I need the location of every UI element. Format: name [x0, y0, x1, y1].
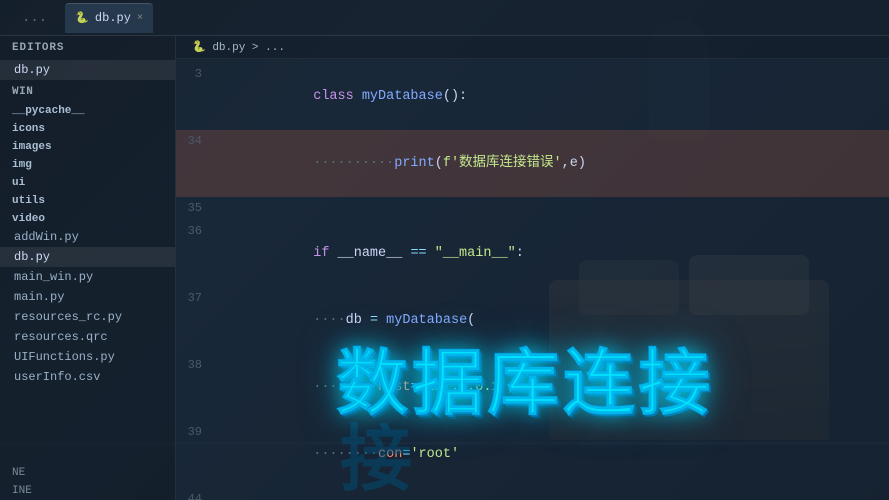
dots-38: ········ — [313, 380, 378, 395]
tx-paren: (): — [443, 89, 467, 104]
line-content-37: ····db = myDatabase( — [216, 288, 889, 354]
tx-comma-34: , — [562, 156, 570, 171]
ide-container: ... 🐍 db.py × EDITORS db.py WIN __pycach… — [0, 0, 889, 500]
code-line-37: 37 ····db = myDatabase( — [176, 287, 889, 354]
op-eq-37: = — [370, 313, 378, 328]
sidebar-folder-images[interactable]: images — [0, 137, 175, 155]
breadcrumb-icon: 🐍 — [192, 42, 206, 54]
dots-37: ···· — [313, 313, 345, 328]
line-content-36: if __name__ == "__main__": — [216, 221, 889, 287]
tab-label: db.py — [95, 11, 131, 25]
sidebar-item-db-py[interactable]: db.py — [0, 247, 175, 267]
tx-openparen-37: ( — [467, 313, 475, 328]
line-num-44: 44 — [176, 488, 216, 500]
sidebar-folder-ui[interactable]: ui — [0, 173, 175, 191]
sidebar: EDITORS db.py WIN __pycache__ icons imag… — [0, 36, 176, 500]
sidebar-item-db-py-editors[interactable]: db.py — [0, 60, 175, 80]
sidebar-item-resources-qrc[interactable]: resources.qrc — [0, 327, 175, 347]
sidebar-item-userinfo[interactable]: userInfo.csv — [0, 367, 175, 387]
tx-db-37: db — [346, 313, 370, 328]
code-line-3: 3 class myDatabase(): — [176, 63, 889, 130]
tab-db-py[interactable]: 🐍 db.py × — [65, 3, 153, 33]
code-line-34: 34 ··········print(f'数据库连接错误',e) — [176, 130, 889, 197]
st-main-36: "__main__" — [427, 246, 516, 261]
line-num-3: 3 — [176, 63, 216, 85]
sidebar-item-addwin[interactable]: addWin.py — [0, 227, 175, 247]
win-section-header: WIN — [0, 80, 175, 101]
sidebar-folder-icons[interactable]: icons — [0, 119, 175, 137]
line-content-34: ··········print(f'数据库连接错误',e) — [216, 131, 889, 197]
sidebar-folder-utils[interactable]: utils — [0, 191, 175, 209]
code-line-36: 36 if __name__ == "__main__": — [176, 220, 889, 287]
code-line-38: 38 ········host='127.0.0.1', — [176, 354, 889, 421]
line-num-35: 35 — [176, 197, 216, 219]
editor-breadcrumb: 🐍 db.py > ... — [176, 36, 889, 59]
sidebar-item-resources-rc[interactable]: resources_rc.py — [0, 307, 175, 327]
nm-host-38: host — [378, 380, 410, 395]
line-content-44: ····con = db.get_connection() — [216, 489, 889, 500]
sidebar-folder-pycache[interactable]: __pycache__ — [0, 101, 175, 119]
tx-colon-36: : — [516, 246, 524, 261]
fn-myDatabase: myDatabase — [362, 89, 443, 104]
tx-paren-34: ( — [435, 156, 443, 171]
breadcrumb-text: db.py > ... — [212, 42, 285, 54]
line-num-36: 36 — [176, 220, 216, 242]
nm-con-39: con — [378, 447, 402, 462]
tx-sp-37 — [378, 313, 386, 328]
st-ip-38: '127.0.0.1' — [419, 380, 508, 395]
sidebar-bottom-line1: NE — [0, 464, 175, 482]
sidebar-bottom-line2: INE — [0, 482, 175, 500]
dots-34: ·········· — [313, 156, 394, 171]
fn-mydb-37: myDatabase — [386, 313, 467, 328]
code-line-35: 35 — [176, 197, 889, 220]
tx-comma-38: , — [508, 380, 516, 395]
line-content-38: ········host='127.0.0.1', — [216, 355, 889, 421]
tab-bar: ... 🐍 db.py × — [0, 0, 889, 36]
line-num-37: 37 — [176, 287, 216, 309]
dots-39: ········ — [313, 447, 378, 462]
sidebar-item-main[interactable]: main.py — [0, 287, 175, 307]
fstr-34: f'数据库连接错误' — [443, 156, 562, 171]
code-view: 3 class myDatabase(): 34 ··········print… — [176, 59, 889, 500]
editors-section-header: EDITORS — [0, 36, 175, 60]
code-line-39: 39 ········con='root' — [176, 421, 889, 488]
tab-close-button[interactable]: × — [137, 13, 143, 24]
line-content-35 — [216, 198, 889, 220]
line-num-38: 38 — [176, 354, 216, 376]
sidebar-folder-img[interactable]: img — [0, 155, 175, 173]
tx-e-34: e — [570, 156, 578, 171]
tab-inactive[interactable]: ... — [4, 3, 65, 33]
op-eq-38: = — [410, 380, 418, 395]
editor-area[interactable]: 🐍 db.py > ... 3 class myDatabase(): 34 ·… — [176, 36, 889, 500]
python-icon: 🐍 — [75, 11, 89, 25]
sidebar-bottom: NE INE — [0, 464, 175, 500]
line-content-39: ········con='root' — [216, 422, 889, 488]
tab-ellipsis-icon: ... — [14, 10, 55, 26]
tx-close-34: ) — [578, 156, 586, 171]
code-line-44: 44 ····con = db.get_connection() — [176, 488, 889, 500]
line-num-39: 39 — [176, 421, 216, 443]
main-area: EDITORS db.py WIN __pycache__ icons imag… — [0, 36, 889, 500]
line-num-34: 34 — [176, 130, 216, 152]
kw-if-36: if — [313, 246, 337, 261]
sidebar-folder-video[interactable]: video — [0, 209, 175, 227]
fn-print-34: print — [394, 156, 435, 171]
sidebar-item-main-win[interactable]: main_win.py — [0, 267, 175, 287]
tx-name-36: __name__ — [338, 246, 411, 261]
line-content-3: class myDatabase(): — [216, 64, 889, 130]
op-eq-36: == — [410, 246, 426, 261]
sidebar-item-uifunctions[interactable]: UIFunctions.py — [0, 347, 175, 367]
kw-class: class — [313, 89, 362, 104]
st-root-39: 'root' — [410, 447, 459, 462]
